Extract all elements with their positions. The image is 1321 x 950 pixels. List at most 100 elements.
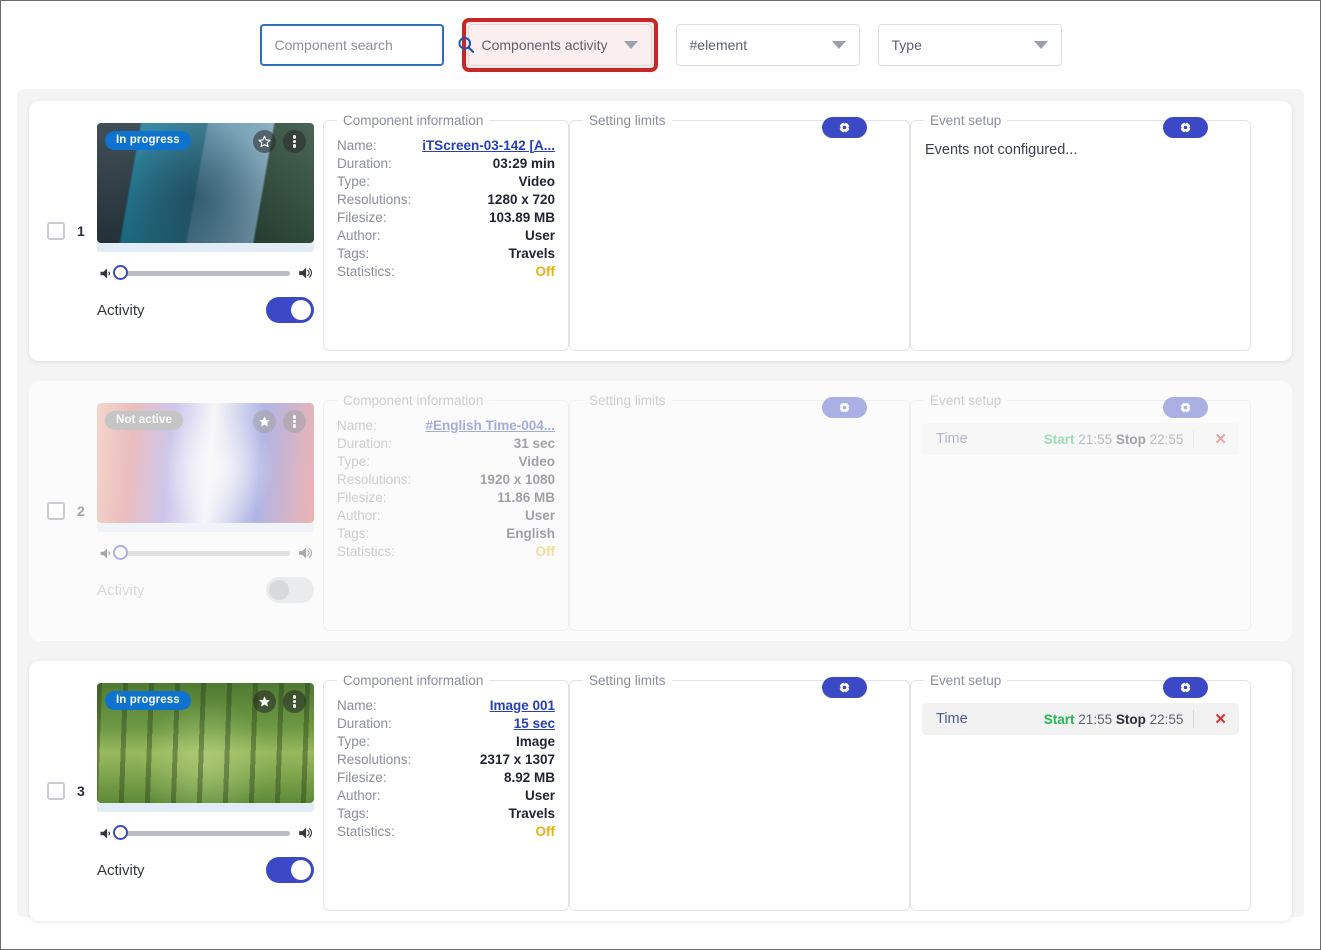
event-settings-gear-icon[interactable]: [1163, 117, 1208, 138]
info-label: Resolutions:: [337, 472, 411, 487]
star-filled-icon[interactable]: [253, 410, 276, 433]
status-badge: In progress: [105, 691, 191, 710]
event-settings-gear-icon[interactable]: [1163, 677, 1208, 698]
limits-settings-gear-icon[interactable]: [822, 677, 867, 698]
row-checkbox[interactable]: [47, 782, 65, 800]
media-column: In progress: [97, 113, 323, 323]
info-label: Statistics:: [337, 824, 395, 839]
volume-mute-icon[interactable]: [99, 267, 114, 280]
volume-slider[interactable]: [97, 826, 314, 840]
activity-toggle[interactable]: [266, 857, 314, 883]
event-row[interactable]: Time Start 21:55 Stop 22:55 ✕: [922, 423, 1239, 455]
info-row-author: Author: User: [335, 226, 557, 244]
filter-element[interactable]: #element: [676, 24, 860, 66]
volume-slider[interactable]: [97, 266, 314, 280]
delete-event-icon[interactable]: ✕: [1204, 710, 1237, 728]
info-label: Duration:: [337, 436, 392, 451]
panel-title: Component information: [337, 393, 489, 408]
volume-thumb[interactable]: [113, 825, 128, 840]
component-information-panel: Component information Name: #English Tim…: [323, 393, 569, 631]
component-row[interactable]: 3 In progress: [29, 661, 1292, 921]
info-value: 1280 x 720: [487, 192, 555, 207]
info-row-statistics: Statistics: Off: [335, 262, 557, 280]
components-activity-highlight: Components activity: [462, 18, 658, 72]
delete-event-icon[interactable]: ✕: [1204, 430, 1237, 448]
search-icon[interactable]: [456, 35, 476, 55]
volume-mute-icon[interactable]: [99, 827, 114, 840]
volume-track[interactable]: [121, 551, 290, 556]
info-row-author: Author: User: [335, 506, 557, 524]
chevron-down-icon: [1034, 41, 1048, 49]
event-settings-gear-icon[interactable]: [1163, 397, 1208, 418]
volume-slider[interactable]: [97, 546, 314, 560]
info-row-filesize: Filesize: 8.92 MB: [335, 768, 557, 786]
info-label: Author:: [337, 508, 381, 523]
row-checkbox[interactable]: [47, 502, 65, 520]
limits-settings-gear-icon[interactable]: [822, 397, 867, 418]
thumbnail-preview[interactable]: In progress: [97, 683, 314, 803]
panel-title: Setting limits: [583, 113, 672, 128]
search-field[interactable]: [260, 24, 444, 66]
chevron-down-icon: [624, 41, 638, 49]
component-row[interactable]: 1 In progress: [29, 101, 1292, 361]
setting-limits-panel: Setting limits: [569, 113, 910, 351]
panel-title: Event setup: [924, 393, 1007, 408]
event-start-label: Start: [1044, 432, 1075, 447]
info-value: 103.89 MB: [489, 210, 555, 225]
info-label: Filesize:: [337, 490, 387, 505]
volume-high-icon[interactable]: [297, 546, 314, 560]
filter-type[interactable]: Type: [878, 24, 1062, 66]
info-value: User: [525, 788, 555, 803]
toggle-knob: [291, 300, 311, 320]
info-value: Travels: [508, 806, 555, 821]
info-value: User: [525, 508, 555, 523]
activity-control: Activity: [97, 297, 314, 323]
row-number: 3: [77, 783, 85, 799]
volume-thumb[interactable]: [113, 265, 128, 280]
info-label: Type:: [337, 734, 370, 749]
more-options-icon[interactable]: [283, 690, 306, 713]
event-row[interactable]: Time Start 21:55 Stop 22:55 ✕: [922, 703, 1239, 735]
component-name-link[interactable]: iTScreen-03-142 [A...: [422, 138, 555, 153]
info-row-tags: Tags: English: [335, 524, 557, 542]
component-row[interactable]: 2 Not active: [29, 381, 1292, 641]
info-value: 1920 x 1080: [480, 472, 555, 487]
volume-track[interactable]: [121, 831, 290, 836]
thumbnail-preview[interactable]: In progress: [97, 123, 314, 243]
info-value: Image: [516, 734, 555, 749]
info-value: 03:29 min: [493, 156, 555, 171]
activity-toggle[interactable]: [266, 577, 314, 603]
search-input[interactable]: [275, 37, 456, 53]
duration-link[interactable]: 15 sec: [514, 716, 555, 731]
star-filled-icon[interactable]: [253, 690, 276, 713]
volume-high-icon[interactable]: [297, 826, 314, 840]
volume-high-icon[interactable]: [297, 266, 314, 280]
info-row-name: Name: iTScreen-03-142 [A...: [335, 136, 557, 154]
info-value: 2317 x 1307: [480, 752, 555, 767]
more-options-icon[interactable]: [283, 410, 306, 433]
info-row-tags: Tags: Travels: [335, 244, 557, 262]
event-start-value: 21:55: [1078, 712, 1112, 727]
more-options-icon[interactable]: [283, 130, 306, 153]
events-empty-message: Events not configured...: [922, 136, 1239, 164]
panel-title: Setting limits: [583, 673, 672, 688]
volume-track[interactable]: [121, 271, 290, 276]
statistics-value: Off: [536, 264, 556, 279]
component-name-link[interactable]: #English Time-004...: [425, 418, 555, 433]
info-row-author: Author: User: [335, 786, 557, 804]
star-outline-icon[interactable]: [253, 130, 276, 153]
info-row-name: Name: #English Time-004...: [335, 416, 557, 434]
row-checkbox[interactable]: [47, 222, 65, 240]
info-label: Duration:: [337, 156, 392, 171]
volume-thumb[interactable]: [113, 545, 128, 560]
thumbnail-preview[interactable]: Not active: [97, 403, 314, 523]
info-value: User: [525, 228, 555, 243]
panel-title: Event setup: [924, 113, 1007, 128]
limits-settings-gear-icon[interactable]: [822, 117, 867, 138]
activity-toggle[interactable]: [266, 297, 314, 323]
filter-components-activity[interactable]: Components activity: [468, 24, 652, 66]
info-row-resolutions: Resolutions: 2317 x 1307: [335, 750, 557, 768]
info-value: 11.86 MB: [497, 490, 555, 505]
volume-mute-icon[interactable]: [99, 547, 114, 560]
component-name-link[interactable]: Image 001: [490, 698, 555, 713]
